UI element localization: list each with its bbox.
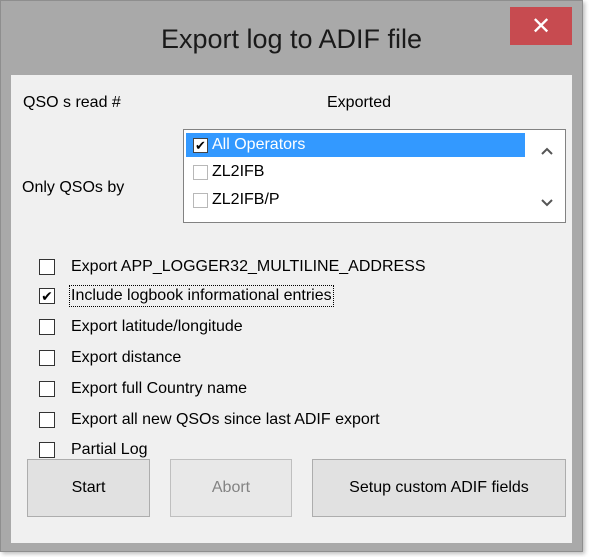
option-checkbox[interactable] bbox=[39, 381, 55, 397]
checkmark-icon: ✔ bbox=[195, 137, 206, 153]
setup-custom-adif-fields-button[interactable]: Setup custom ADIF fields bbox=[312, 459, 566, 517]
option-multiline-address[interactable]: Export APP_LOGGER32_MULTILINE_ADDRESS bbox=[39, 255, 426, 279]
operators-listbox[interactable]: ✔ All Operators ZL2IFB ZL2IFB/P bbox=[183, 129, 566, 223]
option-checkbox[interactable] bbox=[39, 259, 55, 275]
operator-item-all[interactable]: ✔ All Operators bbox=[186, 133, 525, 157]
option-distance[interactable]: Export distance bbox=[39, 346, 181, 370]
only-qsos-by-label: Only QSOs by bbox=[22, 179, 125, 196]
option-label: Export APP_LOGGER32_MULTILINE_ADDRESS bbox=[71, 258, 426, 275]
export-adif-dialog: Export log to ADIF file ✕ QSO s read # E… bbox=[0, 0, 583, 552]
scroll-up-button[interactable] bbox=[529, 136, 565, 166]
scroll-down-button[interactable] bbox=[529, 188, 565, 218]
option-label: Export latitude/longitude bbox=[71, 318, 243, 335]
option-checkbox[interactable] bbox=[39, 442, 55, 458]
exported-label: Exported bbox=[327, 94, 392, 111]
abort-button[interactable]: Abort bbox=[170, 459, 292, 517]
option-label: Export full Country name bbox=[71, 380, 248, 397]
option-label: Export distance bbox=[71, 349, 182, 366]
chevron-up-icon bbox=[541, 147, 553, 155]
operator-item-label: ZL2IFB/P bbox=[212, 191, 280, 208]
close-button[interactable]: ✕ bbox=[510, 7, 572, 45]
option-lat-long[interactable]: Export latitude/longitude bbox=[39, 315, 243, 339]
chevron-down-icon bbox=[541, 199, 553, 207]
operator-checkbox-zl2ifb-p[interactable] bbox=[193, 192, 208, 208]
option-label: Partial Log bbox=[71, 441, 148, 458]
operator-item-zl2ifb-p[interactable]: ZL2IFB/P bbox=[186, 188, 525, 212]
dialog-body: QSO s read # Exported Only QSOs by ✔ All… bbox=[11, 75, 572, 543]
listbox-scrollbar[interactable] bbox=[529, 130, 565, 222]
operator-item-label: ZL2IFB bbox=[212, 163, 265, 180]
qso-read-label: QSO s read # bbox=[23, 94, 121, 111]
start-button[interactable]: Start bbox=[27, 459, 150, 517]
option-checkbox[interactable] bbox=[39, 319, 55, 335]
option-new-qsos[interactable]: Export all new QSOs since last ADIF expo… bbox=[39, 408, 380, 432]
option-checkbox[interactable] bbox=[39, 350, 55, 366]
operator-item-zl2ifb[interactable]: ZL2IFB bbox=[186, 160, 525, 184]
option-informational-entries[interactable]: ✔ Include logbook informational entries bbox=[39, 284, 334, 308]
option-label: Export all new QSOs since last ADIF expo… bbox=[71, 411, 380, 428]
operator-checkbox-zl2ifb[interactable] bbox=[193, 164, 208, 180]
option-checkbox[interactable] bbox=[39, 412, 55, 428]
option-label: Include logbook informational entries bbox=[69, 285, 334, 307]
operator-item-label: All Operators bbox=[212, 136, 306, 153]
operator-checkbox-all[interactable]: ✔ bbox=[193, 137, 208, 153]
checkmark-icon: ✔ bbox=[41, 288, 53, 304]
option-checkbox[interactable]: ✔ bbox=[39, 288, 55, 304]
title-bar[interactable]: Export log to ADIF file ✕ bbox=[1, 1, 582, 75]
option-country-name[interactable]: Export full Country name bbox=[39, 377, 247, 401]
dialog-title: Export log to ADIF file bbox=[160, 24, 423, 54]
close-icon: ✕ bbox=[530, 12, 552, 40]
